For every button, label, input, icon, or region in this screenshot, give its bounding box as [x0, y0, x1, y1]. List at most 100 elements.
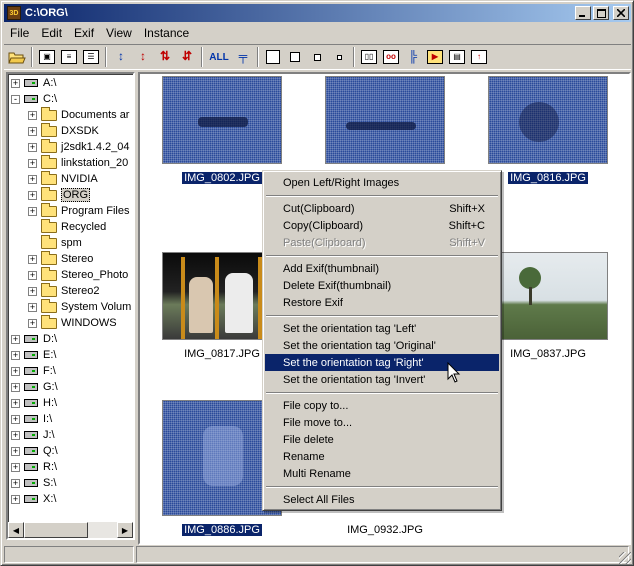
open-folder-button[interactable]	[6, 46, 28, 68]
collapse-icon[interactable]: -	[11, 94, 20, 104]
expand-icon[interactable]: +	[11, 446, 20, 456]
expand-icon[interactable]: +	[11, 78, 20, 88]
page-up-button[interactable]: ↑	[468, 46, 490, 68]
exit-folder-button[interactable]: ▶	[424, 46, 446, 68]
page-forward-button[interactable]: ▤	[446, 46, 468, 68]
sort-type-button[interactable]: ⇵	[176, 46, 198, 68]
expand-icon[interactable]: +	[28, 158, 37, 168]
thumb-size-tiny-button[interactable]	[328, 46, 350, 68]
tree-drive-item[interactable]: + H:\	[11, 395, 57, 411]
expand-icon[interactable]: +	[11, 398, 20, 408]
context-menu-item-multi-rename[interactable]: Multi Rename	[265, 465, 499, 482]
tree-folder-item[interactable]: + System Volum	[28, 298, 131, 315]
expand-icon[interactable]: +	[28, 286, 37, 296]
context-menu-item-set-the-orientation-tag-left[interactable]: Set the orientation tag 'Left'	[265, 320, 499, 337]
expand-icon[interactable]: +	[11, 478, 20, 488]
expand-icon[interactable]: +	[28, 190, 37, 200]
tree-drive-item[interactable]: + R:\	[11, 459, 57, 475]
expand-icon[interactable]: +	[11, 334, 20, 344]
expand-icon[interactable]: +	[28, 270, 37, 280]
folder-tree[interactable]: ◀ ▶ + A:\ - C:\ + Documents ar + DXSDK + j2sdk1.4…	[6, 72, 135, 540]
expand-icon[interactable]: +	[28, 142, 37, 152]
tree-folder-item[interactable]: + ORG	[28, 186, 91, 203]
tree-drive-item[interactable]: + X:\	[11, 491, 56, 507]
thumbnail-item[interactable]: IMG_0802.JPG	[162, 76, 282, 185]
tree-folder-item[interactable]: + Stereo2	[28, 282, 100, 299]
context-menu-item-cut-clipboard[interactable]: Cut(Clipboard) Shift+X	[265, 200, 499, 217]
expand-icon[interactable]: +	[11, 350, 20, 360]
expand-icon[interactable]: +	[11, 430, 20, 440]
context-menu-item-select-all-files[interactable]: Select All Files	[265, 491, 499, 508]
sort-date-button[interactable]: ↕	[132, 46, 154, 68]
context-menu-item-set-the-orientation-tag-right[interactable]: Set the orientation tag 'Right'	[265, 354, 499, 371]
expand-icon[interactable]: +	[28, 254, 37, 264]
thumbnail-item[interactable]: IMG_0837.JPG	[488, 252, 608, 360]
tree-drive-item[interactable]: + Q:\	[11, 443, 58, 459]
tree-drive-item[interactable]: + E:\	[11, 347, 56, 363]
context-menu-item-file-copy-to[interactable]: File copy to...	[265, 397, 499, 414]
tree-drive-item[interactable]: + J:\	[11, 427, 55, 443]
context-menu-item-set-the-orientation-tag-invert[interactable]: Set the orientation tag 'Invert'	[265, 371, 499, 388]
tree-folder-item[interactable]: + DXSDK	[28, 122, 99, 139]
context-menu-item-delete-exif-thumbnail[interactable]: Delete Exif(thumbnail)	[265, 277, 499, 294]
tree-drive-item[interactable]: + D:\	[11, 331, 57, 347]
tree-folder-item[interactable]: + Stereo	[28, 250, 93, 267]
thumbnail-item[interactable]	[325, 76, 445, 176]
folder-tree-button[interactable]: ╠	[402, 46, 424, 68]
expand-icon[interactable]: +	[28, 206, 37, 216]
expand-icon[interactable]: +	[28, 302, 37, 312]
view-list-button[interactable]: ☰	[80, 46, 102, 68]
resize-grip[interactable]	[619, 552, 631, 564]
maximize-button[interactable]	[593, 6, 609, 20]
context-menu-item-file-move-to[interactable]: File move to...	[265, 414, 499, 431]
menu-edit[interactable]: Edit	[35, 26, 68, 40]
sort-size-button[interactable]: ⇅	[154, 46, 176, 68]
context-menu-item-open-left-right-images[interactable]: Open Left/Right Images	[265, 174, 499, 191]
tree-drive-item[interactable]: + F:\	[11, 363, 56, 379]
title-bar[interactable]: 3D C:\ORG\	[4, 4, 631, 22]
select-all-button[interactable]: ALL	[206, 46, 232, 68]
context-menu-item-copy-clipboard[interactable]: Copy(Clipboard) Shift+C	[265, 217, 499, 234]
expand-icon[interactable]: +	[28, 126, 37, 136]
context-menu-item-file-delete[interactable]: File delete	[265, 431, 499, 448]
expand-icon[interactable]: +	[11, 494, 20, 504]
stereo-view-button[interactable]: ▯▯	[358, 46, 380, 68]
context-menu-item-restore-exif[interactable]: Restore Exif	[265, 294, 499, 311]
expand-icon[interactable]: +	[28, 174, 37, 184]
tree-folder-item[interactable]: + Program Files	[28, 202, 129, 219]
tree-horizontal-scrollbar[interactable]: ◀ ▶	[8, 522, 133, 538]
thumbnail-item[interactable]: IMG_0816.JPG	[488, 76, 608, 185]
expand-icon[interactable]: +	[28, 318, 37, 328]
tree-folder-item[interactable]: + WINDOWS	[28, 314, 117, 331]
thumb-size-large-button[interactable]	[262, 46, 284, 68]
menu-file[interactable]: File	[4, 26, 35, 40]
thumb-size-medium-button[interactable]	[284, 46, 306, 68]
scroll-right-button[interactable]: ▶	[117, 522, 133, 538]
tree-view-button[interactable]: ╤	[232, 46, 254, 68]
tree-folder-item[interactable]: Recycled	[28, 218, 106, 235]
menu-view[interactable]: View	[100, 26, 138, 40]
tree-drive-item[interactable]: + S:\	[11, 475, 56, 491]
anaglyph-button[interactable]: oo	[380, 46, 402, 68]
tree-folder-item[interactable]: + j2sdk1.4.2_04	[28, 138, 130, 155]
tree-folder-item[interactable]: + Stereo_Photo	[28, 266, 128, 283]
expand-icon[interactable]: +	[11, 414, 20, 424]
scroll-left-button[interactable]: ◀	[8, 522, 24, 538]
view-large-button[interactable]: ▣	[36, 46, 58, 68]
tree-folder-item[interactable]: + Documents ar	[28, 106, 129, 123]
tree-folder-item[interactable]: spm	[28, 234, 82, 251]
tree-drive-item[interactable]: - C:\	[11, 91, 57, 107]
tree-drive-item[interactable]: + A:\	[11, 75, 56, 91]
tree-drive-item[interactable]: + I:\	[11, 411, 52, 427]
scroll-thumb[interactable]	[24, 522, 88, 538]
context-menu-item-add-exif-thumbnail[interactable]: Add Exif(thumbnail)	[265, 260, 499, 277]
tree-folder-item[interactable]: + linkstation_20	[28, 154, 128, 171]
menu-instance[interactable]: Instance	[138, 26, 195, 40]
menu-exif[interactable]: Exif	[68, 26, 100, 40]
tree-drive-item[interactable]: + G:\	[11, 379, 58, 395]
expand-icon[interactable]: +	[11, 366, 20, 376]
expand-icon[interactable]: +	[28, 110, 37, 120]
thumb-size-small-button[interactable]	[306, 46, 328, 68]
view-details-button[interactable]: ≡	[58, 46, 80, 68]
context-menu-item-set-the-orientation-tag-original[interactable]: Set the orientation tag 'Original'	[265, 337, 499, 354]
